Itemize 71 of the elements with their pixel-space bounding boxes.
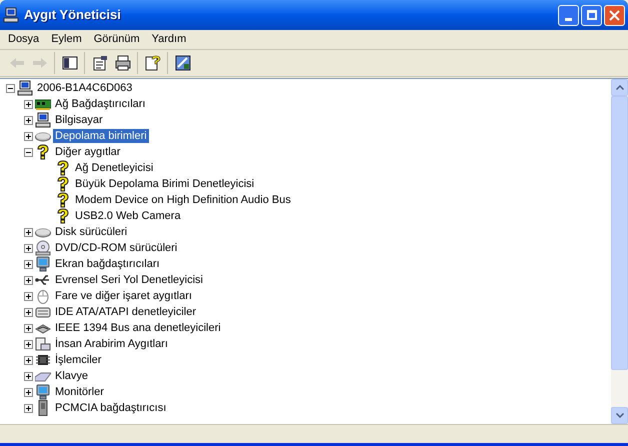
tree-item[interactable]: PCMCIA bağdaştırıcısı [53,401,168,415]
forward-icon [32,55,48,71]
expand-icon[interactable] [24,228,33,236]
expand-icon[interactable] [24,132,33,140]
monitor-icon [35,256,51,272]
window-title: Aygıt Yöneticisi [24,6,121,24]
tree-item[interactable]: Büyük Depolama Birimi Denetleyicisi [73,177,256,191]
question-icon [55,208,71,224]
minimize-button[interactable] [558,4,579,26]
tree-item[interactable]: Diğer aygıtlar [53,145,122,159]
help-icon [144,55,160,71]
back-icon [8,55,24,71]
tree-item[interactable]: IEEE 1394 Bus ana denetleyicileri [53,321,223,335]
expand-icon[interactable] [24,340,33,348]
mouse-icon [35,288,51,304]
monitor-icon [35,384,51,400]
tree-item[interactable]: Ağ Denetleyicisi [73,161,156,175]
scan-hardware-icon [174,55,190,71]
tree-item[interactable]: Ekran bağdaştırıcıları [53,257,162,271]
question-icon [35,144,51,160]
scrollbar[interactable] [611,79,628,424]
tree-item[interactable]: Monitörler [53,385,106,399]
expand-icon[interactable] [24,404,33,412]
computer-icon [35,112,51,128]
tree-item[interactable]: Disk sürücüleri [53,225,130,239]
tree-item[interactable]: Evrensel Seri Yol Denetleyicisi [53,273,205,287]
scroll-down-icon [616,413,624,418]
tree-item[interactable]: Depolama birimleri [53,129,149,143]
tree-item[interactable]: Ağ Bağdaştırıcıları [53,97,148,111]
tree-item[interactable]: İşlemciler [53,353,104,367]
expand-icon[interactable] [24,276,33,284]
tree-item[interactable]: USB2.0 Web Camera [73,209,183,223]
expand-icon[interactable] [24,244,33,252]
tree-item[interactable]: Fare ve diğer işaret aygıtları [53,289,194,303]
scroll-up-icon [616,85,624,90]
expand-icon[interactable] [24,100,33,108]
close-icon [609,10,620,20]
menu-item[interactable]: Dosya [2,31,46,48]
cd-drive-icon [35,240,51,256]
tree-item[interactable]: DVD/CD-ROM sürücüleri [53,241,180,255]
chip-icon [35,352,51,368]
computer-icon [17,80,33,96]
question-icon [55,192,71,208]
maximize-button[interactable] [581,4,602,26]
computer-icon [3,7,19,23]
print-icon [114,55,130,71]
expand-icon[interactable] [24,116,33,124]
menu-item[interactable]: Görünüm [88,31,146,48]
tree-item[interactable]: 2006-B1A4C6D063 [35,81,134,95]
collapse-icon[interactable] [24,148,33,156]
question-icon [55,176,71,192]
expand-icon[interactable] [24,324,33,332]
expand-icon[interactable] [24,372,33,380]
expand-icon[interactable] [24,260,33,268]
question-icon [55,160,71,176]
panel-icon [62,55,78,71]
tree-item[interactable]: Bilgisayar [53,113,105,127]
menu-item[interactable]: Eylem [45,31,88,48]
close-button[interactable] [604,4,625,26]
tree-item[interactable]: IDE ATA/ATAPI denetleyiciler [53,305,198,319]
properties-icon [92,55,108,71]
expand-icon[interactable] [24,356,33,364]
collapse-icon[interactable] [6,84,15,92]
expand-icon[interactable] [24,388,33,396]
tree-item[interactable]: İnsan Arabirim Aygıtları [53,337,170,351]
menu-item[interactable]: Yardım [146,31,192,48]
tree-item[interactable]: Modem Device on High Definition Audio Bus [73,193,293,207]
expand-icon[interactable] [24,308,33,316]
expand-icon[interactable] [24,292,33,300]
keyboard-device-icon [35,336,51,352]
tree-item[interactable]: Klavye [53,369,90,383]
